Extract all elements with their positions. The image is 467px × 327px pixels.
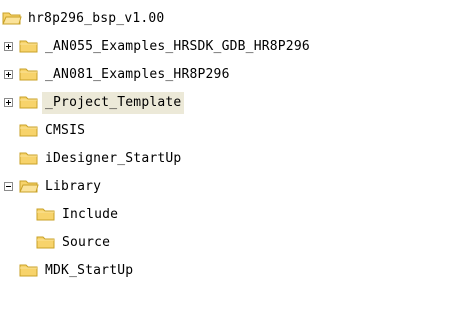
folder-open-icon [2, 10, 22, 26]
tree-item-label: _Project_Template [42, 92, 185, 114]
folder-tree: hr8p296_bsp_v1.00 _AN055_Examples_HRSDK_… [0, 0, 467, 327]
tree-item-project-template[interactable]: _Project_Template [0, 90, 467, 118]
folder-icon [19, 262, 39, 278]
expand-plus-icon[interactable] [4, 42, 13, 51]
tree-item-label: Source [62, 235, 111, 250]
tree-item-include[interactable]: Include [0, 202, 467, 230]
folder-open-icon [19, 178, 39, 194]
tree-item-idesigner-startup[interactable]: iDesigner_StartUp [0, 146, 467, 174]
tree-item-source[interactable]: Source [0, 230, 467, 258]
folder-icon [36, 206, 56, 222]
tree-item-label: iDesigner_StartUp [45, 151, 182, 166]
tree-item-library[interactable]: Library [0, 174, 467, 202]
tree-item-an081[interactable]: _AN081_Examples_HR8P296 [0, 62, 467, 90]
folder-icon [19, 38, 39, 54]
folder-icon [19, 66, 39, 82]
collapse-minus-icon[interactable] [4, 182, 13, 191]
tree-item-label: _AN081_Examples_HR8P296 [45, 67, 230, 82]
folder-icon [36, 234, 56, 250]
tree-item-label: hr8p296_bsp_v1.00 [28, 11, 165, 26]
folder-icon [19, 122, 39, 138]
tree-item-label: _AN055_Examples_HRSDK_GDB_HR8P296 [45, 39, 310, 54]
tree-item-label: CMSIS [45, 123, 86, 138]
tree-root[interactable]: hr8p296_bsp_v1.00 [0, 6, 467, 34]
tree-item-label: Include [62, 207, 119, 222]
tree-item-label: Library [45, 179, 102, 194]
tree-item-mdk-startup[interactable]: MDK_StartUp [0, 258, 467, 286]
expand-plus-icon[interactable] [4, 70, 13, 79]
tree-item-label: MDK_StartUp [45, 263, 134, 278]
folder-icon [19, 94, 39, 110]
folder-icon [19, 150, 39, 166]
tree-item-cmsis[interactable]: CMSIS [0, 118, 467, 146]
tree-item-an055[interactable]: _AN055_Examples_HRSDK_GDB_HR8P296 [0, 34, 467, 62]
expand-plus-icon[interactable] [4, 98, 13, 107]
